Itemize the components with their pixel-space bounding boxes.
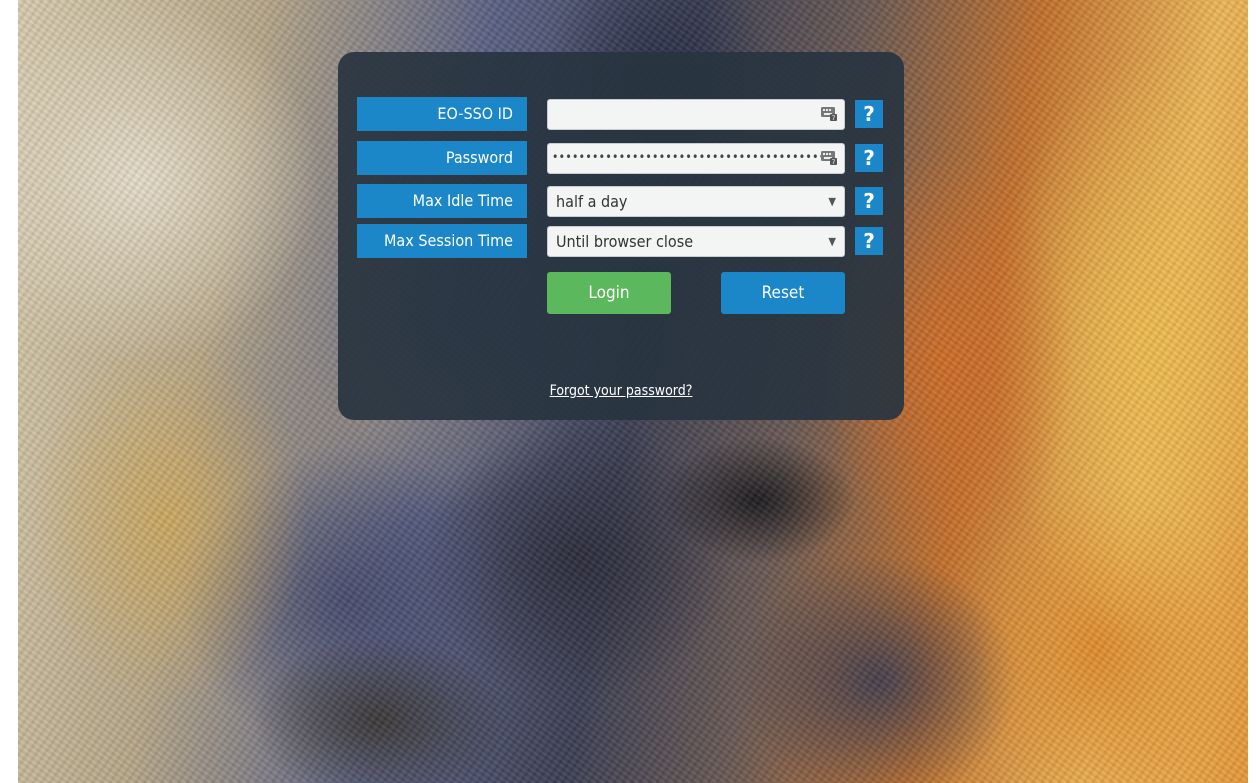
- password-masked-value[interactable]: ••••••••••••••••••••••••••••••••••••••••…: [552, 144, 832, 171]
- reset-button[interactable]: Reset: [721, 272, 845, 314]
- max-session-time-help-icon[interactable]: ?: [855, 227, 883, 255]
- max-idle-time-help-icon[interactable]: ?: [855, 187, 883, 215]
- max-session-time-label: Max Session Time: [357, 224, 527, 258]
- svg-text:7: 7: [832, 159, 836, 165]
- eo-sso-id-label: EO-SSO ID: [357, 97, 527, 131]
- virtual-keyboard-icon[interactable]: 7: [821, 107, 837, 121]
- max-idle-time-select[interactable]: half a day ▼: [547, 186, 845, 217]
- login-button[interactable]: Login: [547, 272, 671, 314]
- eo-sso-id-field[interactable]: 7: [547, 99, 845, 130]
- satellite-background-image: EO-SSO ID 7 ? Password •••••••••••••••••: [18, 0, 1248, 783]
- password-label: Password: [357, 141, 527, 175]
- chevron-down-icon: ▼: [828, 235, 836, 248]
- svg-text:7: 7: [832, 115, 836, 121]
- virtual-keyboard-icon[interactable]: 7: [821, 151, 837, 165]
- max-idle-time-label: Max Idle Time: [357, 184, 527, 218]
- max-session-time-value: Until browser close: [556, 232, 694, 251]
- password-field[interactable]: ••••••••••••••••••••••••••••••••••••••••…: [547, 143, 845, 174]
- max-idle-time-value: half a day: [556, 192, 628, 211]
- login-panel: EO-SSO ID 7 ? Password •••••••••••••••••: [338, 52, 904, 420]
- max-session-time-select[interactable]: Until browser close ▼: [547, 226, 845, 257]
- forgot-password-link[interactable]: Forgot your password?: [338, 383, 904, 399]
- eo-sso-id-input[interactable]: [548, 100, 808, 129]
- chevron-down-icon: ▼: [828, 195, 836, 208]
- eo-sso-id-help-icon[interactable]: ?: [855, 100, 883, 128]
- password-help-icon[interactable]: ?: [855, 144, 883, 172]
